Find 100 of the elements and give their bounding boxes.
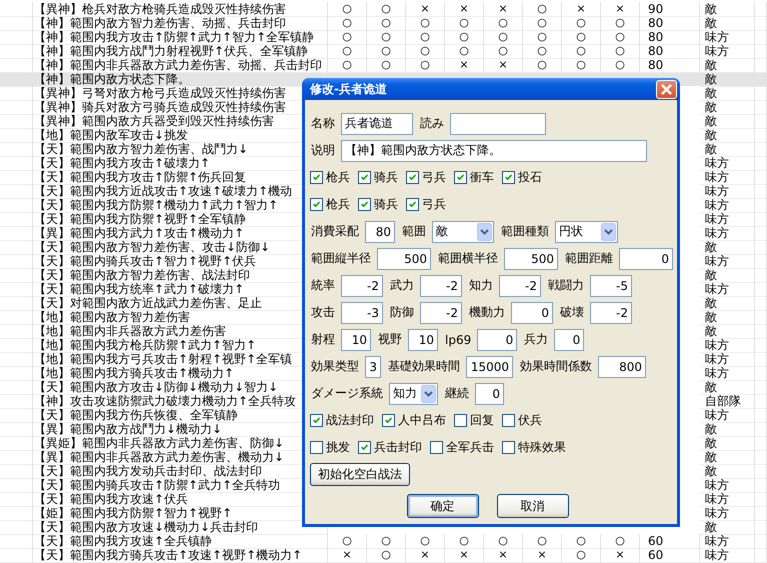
checkbox[interactable] — [358, 441, 371, 454]
input-field[interactable]: 0 — [475, 382, 504, 404]
table-cell — [755, 422, 767, 437]
table-cell: 味方 — [700, 338, 755, 353]
input-field[interactable]: 10 — [408, 328, 438, 350]
table-cell — [755, 100, 767, 115]
checkbox-label: 投石 — [518, 169, 542, 186]
checkbox[interactable] — [382, 414, 395, 427]
table-cell: 味方 — [700, 492, 755, 507]
checkbox[interactable] — [358, 198, 371, 211]
checkbox-label: 全军兵击 — [446, 439, 494, 456]
dropdown[interactable]: 敵 — [432, 220, 494, 242]
table-cell — [0, 30, 33, 45]
table-cell: ○ — [406, 30, 445, 45]
table-cell: × — [523, 548, 562, 563]
table-cell: 敵 — [700, 72, 755, 87]
table-cell: ○ — [328, 534, 367, 549]
table-cell: 【神】範围内我方战鬥力射程视野↑伏兵、全军镇静 — [33, 44, 328, 59]
table-cell — [0, 450, 33, 465]
table-cell: 80 — [640, 16, 700, 31]
table-cell: 味方 — [700, 352, 755, 367]
checkbox-label: 兵击封印 — [374, 439, 422, 456]
table-cell — [755, 324, 767, 339]
input-field[interactable]: 0 — [511, 302, 553, 324]
table-cell — [755, 2, 767, 17]
chevron-down-icon — [421, 384, 436, 402]
input-field[interactable]: 800 — [598, 356, 646, 378]
table-cell — [0, 534, 33, 549]
table-cell: 80 — [640, 44, 700, 59]
table-cell: 【天】範围内我方攻速↑全兵镇静 — [33, 534, 328, 549]
checkbox[interactable] — [502, 441, 515, 454]
table-cell: 敵 — [700, 2, 755, 17]
table-cell: 敵 — [700, 16, 755, 31]
checkbox[interactable] — [310, 198, 323, 211]
checkbox[interactable] — [358, 171, 371, 184]
checkbox-label: 战法封印 — [326, 412, 374, 429]
dialog-button[interactable]: 取消 — [496, 494, 568, 518]
table-cell — [755, 128, 767, 143]
table-cell — [755, 548, 767, 563]
table-cell: 敵 — [700, 142, 755, 157]
checkbox[interactable] — [406, 171, 419, 184]
table-cell — [755, 310, 767, 325]
checkbox[interactable] — [454, 171, 467, 184]
checkbox[interactable] — [502, 414, 515, 427]
reset-button[interactable]: 初始化空白战法 — [310, 463, 410, 486]
input-field[interactable]: 0 — [619, 248, 673, 270]
table-cell — [755, 408, 767, 423]
dialog-button[interactable]: 确定 — [406, 494, 478, 518]
table-cell: 敵 — [700, 422, 755, 437]
input-field[interactable]: -2 — [499, 274, 541, 296]
table-cell — [755, 254, 767, 269]
checkbox[interactable] — [454, 414, 467, 427]
checkbox[interactable] — [310, 441, 323, 454]
table-cell: ○ — [367, 44, 406, 59]
input-field[interactable]: -2 — [341, 274, 383, 296]
input-field[interactable]: 0 — [477, 328, 518, 350]
input-field[interactable]: 500 — [504, 248, 558, 270]
checkbox-label: 伏兵 — [518, 412, 542, 429]
table-cell: ○ — [562, 16, 601, 31]
table-cell — [755, 394, 767, 409]
input-field[interactable]: 兵者诡道 — [341, 112, 413, 134]
input-field[interactable]: -2 — [590, 302, 632, 324]
table-cell: 80 — [640, 30, 700, 45]
table-cell — [755, 156, 767, 171]
table-cell — [755, 268, 767, 283]
input-field[interactable]: 3 — [365, 356, 381, 378]
table-cell — [755, 338, 767, 353]
table-cell — [0, 170, 33, 185]
table-cell — [755, 380, 767, 395]
checkbox[interactable] — [430, 441, 443, 454]
input-field[interactable] — [450, 112, 546, 134]
table-cell — [755, 170, 767, 185]
table-cell — [0, 184, 33, 199]
table-cell — [0, 422, 33, 437]
checkbox[interactable] — [310, 414, 323, 427]
close-button[interactable] — [656, 80, 677, 98]
input-field[interactable]: -5 — [590, 274, 632, 296]
checkbox-label: 回复 — [470, 412, 494, 429]
checkbox-label: 枪兵 — [326, 196, 350, 213]
dropdown[interactable]: 円状 — [555, 220, 618, 242]
table-cell: ○ — [523, 16, 562, 31]
checkbox[interactable] — [310, 171, 323, 184]
input-field[interactable]: 【神】範围内敌方状态下降。 — [341, 140, 647, 162]
input-field[interactable]: -3 — [341, 302, 383, 324]
input-field[interactable]: -2 — [420, 274, 462, 296]
table-cell: 敵 — [700, 240, 755, 255]
table-cell: ○ — [328, 16, 367, 31]
table-cell — [755, 478, 767, 493]
input-field[interactable]: -2 — [420, 302, 462, 324]
table-cell: 自部隊 — [700, 394, 755, 409]
input-field[interactable]: 10 — [341, 328, 371, 350]
table-cell — [755, 296, 767, 311]
input-field[interactable]: 500 — [377, 248, 431, 270]
checkbox-label: 人中吕布 — [398, 412, 446, 429]
input-field[interactable]: 0 — [554, 328, 584, 350]
dropdown[interactable]: 知力 — [389, 382, 438, 404]
checkbox[interactable] — [406, 198, 419, 211]
input-field[interactable]: 15000 — [466, 356, 513, 378]
checkbox[interactable] — [502, 171, 515, 184]
input-field[interactable]: 80 — [365, 220, 395, 242]
